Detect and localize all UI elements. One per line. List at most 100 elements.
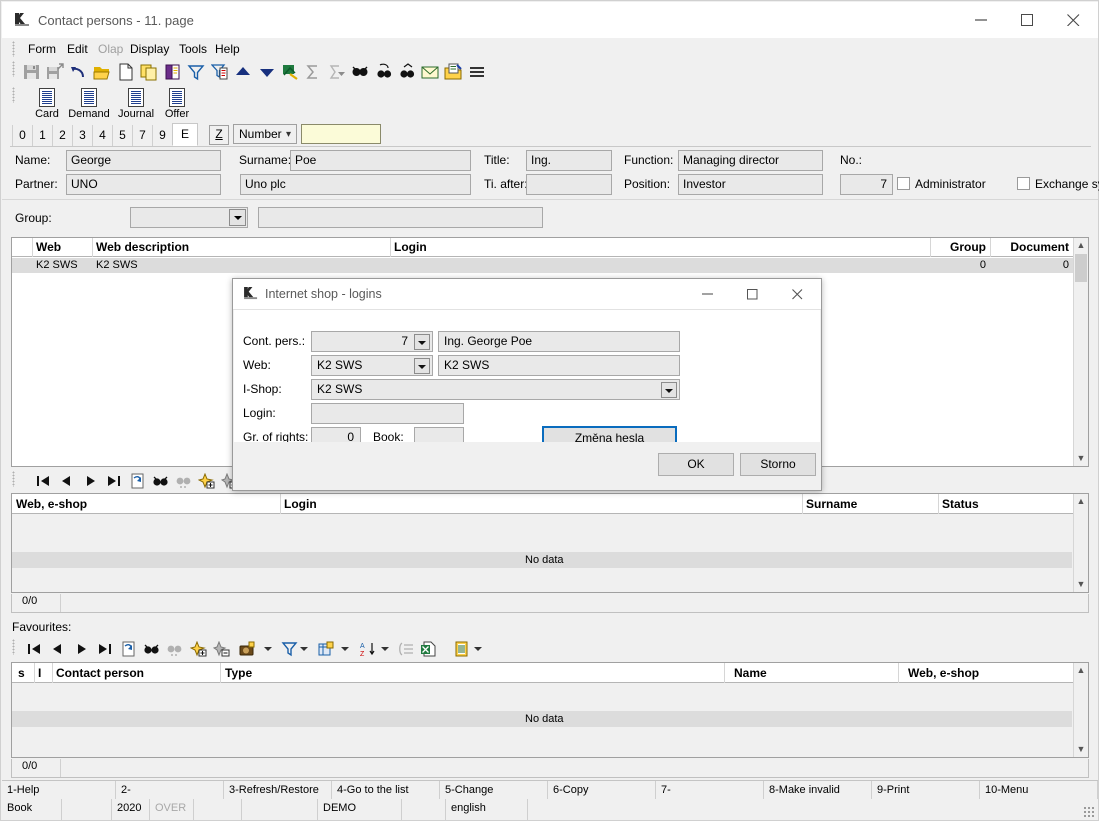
scroll-up-icon[interactable]: ▲ bbox=[1074, 238, 1088, 253]
filter-icon[interactable] bbox=[187, 63, 205, 81]
grouping-icon[interactable] bbox=[398, 641, 415, 657]
sum-filter-icon[interactable] bbox=[328, 63, 346, 81]
col-web[interactable]: Web bbox=[36, 240, 91, 254]
navbar-grip[interactable] bbox=[12, 471, 15, 487]
tab-2[interactable]: 2 bbox=[52, 125, 72, 146]
col-login[interactable]: Login bbox=[394, 240, 924, 254]
minimize-button[interactable] bbox=[959, 3, 1005, 35]
filter-list-icon[interactable] bbox=[211, 63, 229, 81]
new-document-icon[interactable] bbox=[117, 63, 135, 81]
columns-icon[interactable] bbox=[318, 641, 335, 657]
tab-7[interactable]: 7 bbox=[132, 125, 152, 146]
group-combo[interactable] bbox=[130, 207, 248, 228]
columns-dropdown-arrow[interactable] bbox=[341, 646, 348, 653]
favourites-grid[interactable]: s I Contact person Type Name Web, e-shop… bbox=[11, 662, 1089, 758]
chevron-down-icon[interactable] bbox=[414, 334, 430, 350]
camera-dropdown-arrow[interactable] bbox=[264, 646, 271, 653]
scroll-down-icon[interactable]: ▼ bbox=[1074, 577, 1088, 592]
resize-grip[interactable] bbox=[1083, 806, 1095, 818]
find-icon[interactable] bbox=[152, 473, 169, 489]
dialog-minimize-button[interactable] bbox=[686, 279, 731, 309]
scroll-thumb[interactable] bbox=[1075, 254, 1087, 282]
table-row[interactable]: K2 SWS K2 SWS 0 0 bbox=[12, 258, 1074, 273]
chevron-down-icon[interactable] bbox=[661, 382, 677, 398]
menu-list-icon[interactable] bbox=[468, 63, 486, 81]
module-toolbar-grip[interactable] bbox=[12, 87, 15, 103]
previous-record-icon[interactable] bbox=[49, 641, 66, 657]
refresh-icon[interactable] bbox=[120, 641, 137, 657]
fkey-9-print[interactable]: 9-Print bbox=[872, 781, 980, 799]
position-field[interactable]: Investor bbox=[678, 174, 823, 195]
menu-display[interactable]: Display bbox=[130, 42, 169, 56]
close-button[interactable] bbox=[1051, 3, 1097, 35]
web-grid-scrollbar[interactable]: ▲ ▼ bbox=[1073, 238, 1088, 466]
sort-dropdown-arrow[interactable] bbox=[381, 646, 388, 653]
group-description-field[interactable] bbox=[258, 207, 543, 228]
last-record-icon[interactable] bbox=[105, 473, 122, 489]
next-record-icon[interactable] bbox=[82, 473, 99, 489]
copy-icon[interactable] bbox=[140, 63, 158, 81]
col-document[interactable]: Document bbox=[990, 240, 1069, 254]
filter-dropdown-arrow[interactable] bbox=[300, 646, 307, 653]
add-record-icon[interactable] bbox=[190, 641, 207, 657]
menu-edit[interactable]: Edit bbox=[67, 42, 88, 56]
tab-9[interactable]: 9 bbox=[152, 125, 172, 146]
name-field[interactable]: George bbox=[66, 150, 221, 171]
arrow-up-icon[interactable] bbox=[234, 63, 252, 81]
dialog-close-button[interactable] bbox=[776, 279, 821, 309]
tab-0[interactable]: 0 bbox=[12, 125, 32, 146]
find-icon[interactable] bbox=[143, 641, 160, 657]
scroll-down-icon[interactable]: ▼ bbox=[1074, 451, 1088, 466]
web-combo[interactable]: K2 SWS bbox=[311, 355, 433, 376]
scroll-up-icon[interactable]: ▲ bbox=[1074, 494, 1088, 509]
menu-form[interactable]: Form bbox=[28, 42, 56, 56]
fkey-6-copy[interactable]: 6-Copy bbox=[548, 781, 656, 799]
button-offer[interactable]: Offer bbox=[154, 87, 200, 121]
first-record-icon[interactable] bbox=[26, 641, 43, 657]
cont-pers-combo[interactable]: 7 bbox=[311, 331, 433, 352]
menubar-grip[interactable] bbox=[12, 41, 15, 57]
dialog-maximize-button[interactable] bbox=[731, 279, 776, 309]
ok-button[interactable]: OK bbox=[658, 453, 734, 476]
button-journal[interactable]: Journal bbox=[113, 87, 159, 121]
find-icon[interactable] bbox=[351, 63, 369, 81]
previous-record-icon[interactable] bbox=[58, 473, 75, 489]
sum-icon[interactable] bbox=[304, 63, 322, 81]
no-field[interactable]: 7 bbox=[840, 174, 893, 195]
col-web-description[interactable]: Web description bbox=[96, 240, 386, 254]
save-as-icon[interactable] bbox=[46, 63, 64, 81]
fkey-10-menu[interactable]: 10-Menu bbox=[980, 781, 1098, 799]
surname-field[interactable]: Poe bbox=[290, 150, 471, 171]
ti-after-field[interactable] bbox=[526, 174, 612, 195]
fkey-2[interactable]: 2- bbox=[116, 781, 224, 799]
notes-icon[interactable] bbox=[444, 63, 462, 81]
delete-record-icon[interactable] bbox=[213, 641, 230, 657]
chevron-down-icon[interactable] bbox=[229, 209, 246, 226]
partner-field[interactable]: UNO bbox=[66, 174, 221, 195]
button-demand[interactable]: Demand bbox=[66, 87, 112, 121]
col-group[interactable]: Group bbox=[930, 240, 986, 254]
col-status[interactable]: Status bbox=[942, 497, 1072, 511]
fkey-4-go-to-the-list[interactable]: 4-Go to the list bbox=[332, 781, 440, 799]
fkey-5-change[interactable]: 5-Change bbox=[440, 781, 548, 799]
login-field[interactable] bbox=[311, 403, 464, 424]
sort-az-icon[interactable]: AZ bbox=[360, 641, 377, 657]
report-icon[interactable] bbox=[453, 641, 470, 657]
exchange-system-checkbox[interactable] bbox=[1017, 177, 1030, 190]
menu-tools[interactable]: Tools bbox=[179, 42, 207, 56]
col-s[interactable]: s bbox=[18, 666, 34, 680]
quick-search-input[interactable] bbox=[301, 124, 381, 144]
book-icon[interactable] bbox=[164, 63, 182, 81]
z-sort-button[interactable]: Z bbox=[209, 125, 229, 145]
report-dropdown-arrow[interactable] bbox=[474, 646, 481, 653]
tab-1[interactable]: 1 bbox=[32, 125, 52, 146]
tab-e[interactable]: E bbox=[172, 123, 198, 146]
next-record-icon[interactable] bbox=[73, 641, 90, 657]
export-icon[interactable] bbox=[281, 63, 299, 81]
col-web-eshop[interactable]: Web, e-shop bbox=[908, 666, 1073, 680]
refresh-icon[interactable] bbox=[129, 473, 146, 489]
find-next-icon[interactable] bbox=[175, 473, 192, 489]
arrow-down-icon[interactable] bbox=[258, 63, 276, 81]
fkey-7[interactable]: 7- bbox=[656, 781, 764, 799]
last-record-icon[interactable] bbox=[96, 641, 113, 657]
